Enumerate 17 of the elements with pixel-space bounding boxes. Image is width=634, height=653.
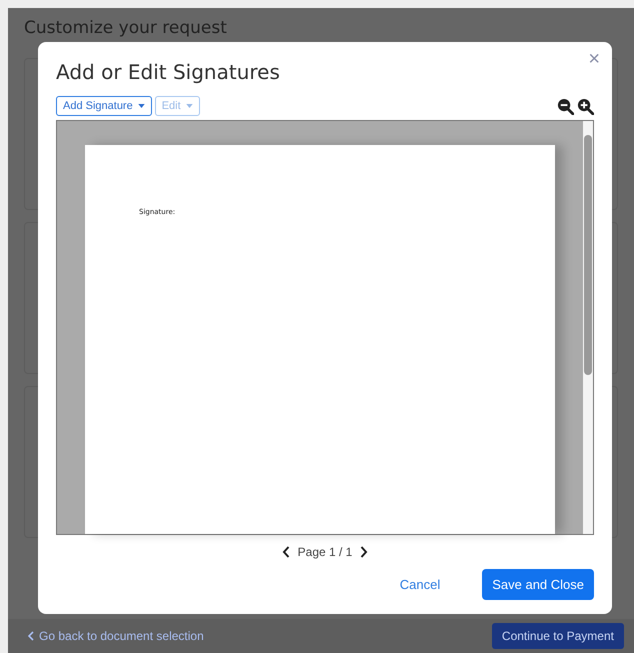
back-link[interactable]: Go back to document selection bbox=[39, 629, 204, 643]
save-button[interactable]: Save and Close bbox=[482, 569, 594, 600]
cancel-button[interactable]: Cancel bbox=[394, 576, 446, 593]
page-indicator: Page 1 / 1 bbox=[298, 545, 352, 559]
zoom-in-icon[interactable] bbox=[577, 98, 594, 114]
chevron-left-icon bbox=[28, 631, 34, 641]
caret-icon bbox=[138, 104, 145, 108]
close-button[interactable]: × bbox=[584, 46, 604, 73]
caret-icon bbox=[186, 104, 193, 108]
previous-page-icon[interactable] bbox=[282, 546, 290, 558]
zoom-out-icon[interactable] bbox=[557, 98, 574, 114]
dialog-title: Add or Edit Signatures bbox=[56, 60, 281, 84]
page-title: Customize your request bbox=[24, 18, 227, 38]
next-page-icon[interactable] bbox=[360, 546, 368, 558]
scrollbar[interactable] bbox=[583, 121, 593, 534]
continue-button[interactable]: Continue to Payment bbox=[492, 623, 624, 649]
dropdown-button[interactable]: Add Signature bbox=[56, 96, 152, 116]
